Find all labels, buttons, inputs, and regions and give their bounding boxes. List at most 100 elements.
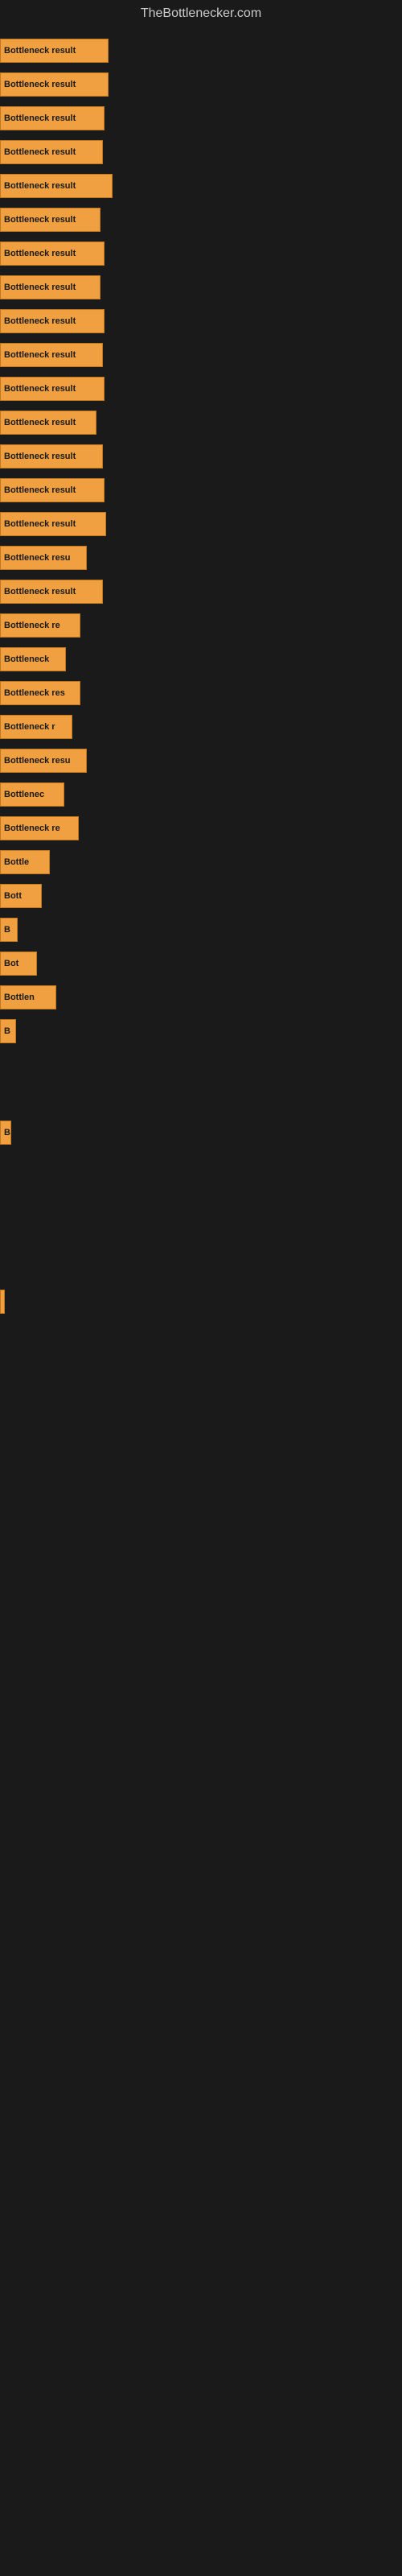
bar-label: B [4, 1026, 10, 1036]
bar-label: Bott [4, 891, 22, 901]
result-bar: Bottleneck re [0, 816, 79, 840]
bar-row: Bottleneck resu [0, 745, 402, 776]
bar-label: Bottleneck r [4, 722, 55, 732]
result-bar: Bottleneck result [0, 275, 100, 299]
bar-label: B [4, 1128, 10, 1137]
bar-row: Bottleneck result [0, 407, 402, 438]
bar-label: Bottleneck result [4, 215, 76, 225]
bar-label: Bottleneck result [4, 283, 76, 292]
result-bar: Bottleneck result [0, 174, 113, 198]
bar-row: Bottleneck result [0, 103, 402, 134]
bar-row [0, 1219, 402, 1249]
bar-row: Bottleneck result [0, 475, 402, 506]
bar-row: Bottleneck resu [0, 543, 402, 573]
bar-label: Bottleneck re [4, 621, 60, 630]
bar-row: Bottleneck re [0, 813, 402, 844]
result-bar: Bottleneck result [0, 580, 103, 604]
result-bar: Bottlen [0, 985, 56, 1009]
bar-row [0, 1253, 402, 1283]
bar-label: Bottleneck resu [4, 553, 71, 563]
result-bar: Bottleneck re [0, 613, 80, 638]
result-bar: B [0, 1019, 16, 1043]
bar-label: Bottlen [4, 993, 35, 1002]
result-bar: Bott [0, 884, 42, 908]
result-bar: Bottle [0, 850, 50, 874]
result-bar: Bottleneck result [0, 377, 105, 401]
bar-label: Bottleneck result [4, 350, 76, 360]
result-bar: Bottleneck result [0, 512, 106, 536]
bar-row: Bottleneck res [0, 678, 402, 708]
result-bar: Bottleneck result [0, 208, 100, 232]
result-bar: Bottleneck resu [0, 546, 87, 570]
bar-row: Bottleneck r [0, 712, 402, 742]
bar-label: Bottleneck result [4, 485, 76, 495]
result-bar: Bottleneck result [0, 39, 109, 63]
result-bar: Bottleneck result [0, 444, 103, 469]
bar-row: Bottleneck result [0, 238, 402, 269]
bar-row: B [0, 914, 402, 945]
bar-label: Bottleneck result [4, 316, 76, 326]
bar-row: Bottleneck result [0, 204, 402, 235]
bar-row: Bottleneck result [0, 509, 402, 539]
result-bar: Bottleneck result [0, 309, 105, 333]
result-bar: Bottleneck result [0, 411, 96, 435]
bar-row [0, 1151, 402, 1182]
bar-label: Bottleneck re [4, 824, 60, 833]
bar-row [0, 1084, 402, 1114]
result-bar [0, 1290, 5, 1314]
bar-row: Bottleneck result [0, 306, 402, 336]
bar-row: Bottleneck result [0, 441, 402, 472]
bar-label: Bottleneck result [4, 46, 76, 56]
result-bar: Bottleneck result [0, 478, 105, 502]
result-bar: Bottleneck [0, 647, 66, 671]
bar-label: Bottleneck result [4, 249, 76, 258]
result-bar: Bottleneck result [0, 140, 103, 164]
bar-row: Bottleneck result [0, 137, 402, 167]
bar-label: Bottleneck result [4, 147, 76, 157]
result-bar: Bottleneck result [0, 106, 105, 130]
result-bar: Bottleneck result [0, 72, 109, 97]
bar-label: Bottleneck res [4, 688, 65, 698]
bar-label: Bottleneck result [4, 452, 76, 461]
bar-label: Bottleneck result [4, 384, 76, 394]
bar-label: Bottleneck resu [4, 756, 71, 766]
bar-row: Bottleneck [0, 644, 402, 675]
result-bar: B [0, 1121, 11, 1145]
bar-row: Bottleneck result [0, 340, 402, 370]
bar-label: Bot [4, 959, 18, 968]
bar-row: Bottleneck result [0, 576, 402, 607]
bar-row: Bottleneck result [0, 69, 402, 100]
result-bar: B [0, 918, 18, 942]
result-bar: Bottleneck res [0, 681, 80, 705]
bar-row: Bot [0, 948, 402, 979]
bar-row [0, 1185, 402, 1216]
bar-row: Bottlenec [0, 779, 402, 810]
bar-label: Bottleneck result [4, 80, 76, 89]
bar-row: Bott [0, 881, 402, 911]
bar-row: Bottleneck result [0, 35, 402, 66]
result-bar: Bottleneck resu [0, 749, 87, 773]
bar-row [0, 1050, 402, 1080]
bar-row: B [0, 1016, 402, 1046]
result-bar: Bottleneck r [0, 715, 72, 739]
bar-label: Bottleneck result [4, 519, 76, 529]
bar-row: B [0, 1117, 402, 1148]
bar-row: Bottleneck re [0, 610, 402, 641]
bar-label: Bottlenec [4, 790, 44, 799]
bar-row: Bottleneck result [0, 171, 402, 201]
bars-container: Bottleneck result Bottleneck result Bottle… [0, 27, 402, 1328]
bar-label: Bottle [4, 857, 29, 867]
bar-label: Bottleneck result [4, 114, 76, 123]
bar-label: Bottleneck [4, 654, 49, 664]
result-bar: Bot [0, 952, 37, 976]
bar-row: Bottle [0, 847, 402, 877]
bar-row: Bottleneck result [0, 374, 402, 404]
bar-label: B [4, 925, 10, 935]
bar-label: Bottleneck result [4, 418, 76, 427]
bar-row: Bottleneck result [0, 272, 402, 303]
bar-label: Bottleneck result [4, 181, 76, 191]
result-bar: Bottleneck result [0, 242, 105, 266]
bar-label: Bottleneck result [4, 587, 76, 597]
result-bar: Bottlenec [0, 782, 64, 807]
result-bar: Bottleneck result [0, 343, 103, 367]
